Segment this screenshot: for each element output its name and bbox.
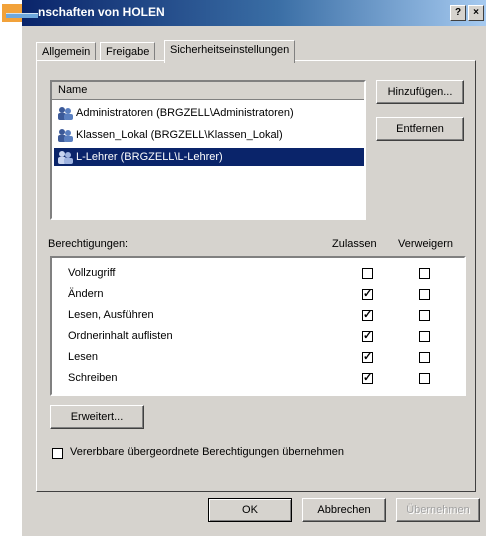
permission-row-ordnerinhalt-auflisten: Ordnerinhalt auflisten — [68, 326, 173, 347]
permission-label: Lesen — [68, 351, 98, 363]
deny-checkbox-lesen-ausfuehren[interactable] — [419, 310, 430, 321]
inherit-permissions-label[interactable]: Vererbbare übergeordnete Berechtigungen … — [70, 446, 344, 458]
tab-sicherheitseinstellungen[interactable]: Sicherheitseinstellungen — [164, 40, 296, 63]
ok-button[interactable]: OK — [208, 498, 292, 522]
advanced-button-label: Erweitert... — [70, 411, 124, 423]
permission-row-lesen: Lesen — [68, 347, 98, 368]
properties-dialog: nschaften von HOLEN ? × Allgemein Freiga… — [2, 0, 486, 536]
user-item-label: Klassen_Lokal (BRGZELL\Klassen_Lokal) — [76, 129, 283, 141]
deny-checkbox-lesen[interactable] — [419, 352, 430, 363]
user-group-icon — [58, 107, 73, 120]
user-item-klassen-lokal[interactable]: Klassen_Lokal (BRGZELL\Klassen_Lokal) — [54, 126, 364, 144]
allow-checkbox-ordnerinhalt-auflisten[interactable]: ✓ — [362, 331, 373, 342]
column-name-label: Name — [58, 84, 88, 96]
user-group-icon — [58, 151, 73, 164]
user-item-administratoren[interactable]: Administratoren (BRGZELL\Administratoren… — [54, 104, 364, 122]
help-icon: ? — [454, 7, 462, 18]
permission-row-vollzugriff: Vollzugriff — [68, 263, 116, 284]
user-list[interactable]: Name Administratoren (BRGZELL\Administra… — [50, 80, 366, 220]
permission-row-aendern: Ändern — [68, 284, 103, 305]
permission-label: Schreiben — [68, 372, 118, 384]
tab-allgemein[interactable]: Allgemein — [36, 42, 97, 61]
user-group-icon — [58, 129, 73, 142]
allow-checkbox-lesen[interactable]: ✓ — [362, 352, 373, 363]
title-bar[interactable]: nschaften von HOLEN ? × — [2, 0, 486, 26]
allow-checkbox-aendern[interactable]: ✓ — [362, 289, 373, 300]
permission-label: Ändern — [68, 288, 104, 300]
cancel-button-label: Abbrechen — [317, 504, 371, 516]
deny-checkbox-schreiben[interactable] — [419, 373, 430, 384]
deny-column-header: Verweigern — [398, 238, 454, 250]
user-item-label: Administratoren (BRGZELL\Administratoren… — [76, 107, 294, 119]
tab-freigabe[interactable]: Freigabe — [100, 42, 156, 61]
apply-button-label: Übernehmen — [406, 504, 470, 516]
deny-checkbox-aendern[interactable] — [419, 289, 430, 300]
tab-label: Allgemein — [42, 46, 91, 58]
user-item-l-lehrer[interactable]: L-Lehrer (BRGZELL\L-Lehrer) — [54, 148, 364, 166]
close-icon: × — [473, 7, 479, 18]
remove-button-label: Entfernen — [396, 123, 444, 135]
ok-button-label: OK — [242, 504, 258, 516]
network-share-icon — [2, 4, 38, 22]
permission-label: Ordnerinhalt auflisten — [68, 330, 173, 342]
allow-checkbox-lesen-ausfuehren[interactable]: ✓ — [362, 310, 373, 321]
permissions-list: Vollzugriff Ändern Lesen, Ausführen Ordn… — [50, 256, 466, 396]
cancel-button[interactable]: Abbrechen — [302, 498, 386, 522]
permission-label: Vollzugriff — [68, 267, 116, 279]
help-button[interactable]: ? — [450, 5, 466, 21]
add-button[interactable]: Hinzufügen... — [376, 80, 464, 104]
remove-button[interactable]: Entfernen — [376, 117, 464, 141]
allow-checkbox-schreiben[interactable]: ✓ — [362, 373, 373, 384]
user-item-label: L-Lehrer (BRGZELL\L-Lehrer) — [76, 151, 223, 163]
allow-checkbox-vollzugriff[interactable] — [362, 268, 373, 279]
allow-column-header: Zulassen — [332, 238, 377, 250]
permissions-label: Berechtigungen: — [48, 238, 129, 250]
list-header-name[interactable]: Name — [52, 82, 364, 100]
close-button[interactable]: × — [468, 5, 484, 21]
tab-label: Sicherheitseinstellungen — [170, 44, 290, 56]
permission-row-lesen-ausfuehren: Lesen, Ausführen — [68, 305, 154, 326]
permission-label: Lesen, Ausführen — [68, 309, 154, 321]
apply-button[interactable]: Übernehmen — [396, 498, 480, 522]
tab-label: Freigabe — [106, 46, 150, 58]
deny-checkbox-ordnerinhalt-auflisten[interactable] — [419, 331, 430, 342]
permission-row-schreiben: Schreiben — [68, 368, 118, 389]
advanced-button[interactable]: Erweitert... — [50, 405, 144, 429]
add-button-label: Hinzufügen... — [387, 86, 453, 98]
inherit-permissions-checkbox[interactable] — [52, 448, 63, 459]
deny-checkbox-vollzugriff[interactable] — [419, 268, 430, 279]
window-title: nschaften von HOLEN — [38, 5, 165, 19]
